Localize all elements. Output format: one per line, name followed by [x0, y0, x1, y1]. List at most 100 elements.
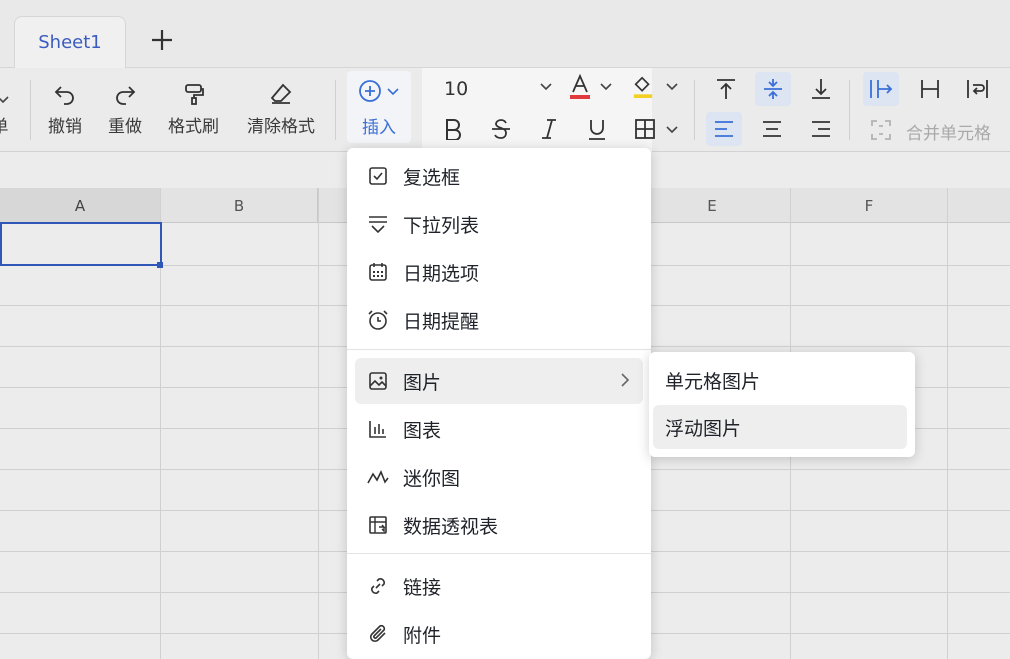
link-icon — [367, 575, 389, 597]
underline-icon[interactable] — [586, 118, 608, 140]
toolbar-divider — [694, 80, 695, 140]
toolbar-divider — [849, 80, 850, 140]
undo-label: 撤销 — [48, 117, 82, 137]
tab-sheet1[interactable]: Sheet1 — [14, 16, 126, 68]
menu-item-attachment[interactable]: 附件 — [355, 611, 643, 657]
menu-item-date-option[interactable]: 日期选项 — [355, 249, 643, 295]
column-divider — [947, 188, 948, 659]
redo-label: 重做 — [108, 117, 142, 137]
column-divider — [318, 188, 319, 659]
chevron-down-icon[interactable] — [598, 78, 614, 94]
menu-item-label: 数据透视表 — [403, 515, 499, 538]
calendar-icon — [367, 261, 389, 283]
insert-menu: 复选框 下拉列表 日期选项 日期提醒 图片 图表 迷你图 数据透视表 链接 附件 — [347, 148, 651, 659]
menu-item-date-reminder[interactable]: 日期提醒 — [355, 297, 643, 343]
menu-item-link[interactable]: 链接 — [355, 563, 643, 609]
checkbox-icon — [367, 165, 389, 187]
menu-item-dropdown-list[interactable]: 下拉列表 — [355, 201, 643, 247]
clear-format-label: 清除格式 — [247, 117, 315, 137]
menu-item-label: 下拉列表 — [403, 214, 480, 237]
insert-label: 插入 — [362, 118, 396, 138]
toolbar: 单 撤销 重做 格式刷 清除格式 插入 10 — [0, 68, 1010, 152]
menu-item-label: 图片 — [403, 371, 442, 394]
menu-item-label: 日期选项 — [403, 262, 480, 285]
chevron-right-icon — [619, 371, 631, 394]
menu-divider — [347, 553, 651, 554]
selected-cell-a1[interactable] — [0, 222, 162, 266]
submenu-item-label: 浮动图片 — [665, 417, 742, 440]
align-center-icon[interactable] — [755, 112, 789, 146]
format-painter-button[interactable]: 格式刷 — [168, 76, 219, 137]
clear-format-button[interactable]: 清除格式 — [247, 76, 315, 137]
fill-color-icon[interactable] — [632, 74, 654, 100]
text-wrap-icon[interactable] — [961, 72, 995, 106]
menu-divider — [347, 349, 651, 350]
plus-circle-icon — [359, 80, 381, 102]
plus-icon — [152, 30, 172, 50]
chevron-down-icon — [387, 88, 399, 96]
image-submenu: 单元格图片 浮动图片 — [649, 352, 915, 457]
merge-cells-label: 合并单元格 — [906, 124, 991, 144]
chevron-down-icon — [0, 76, 10, 106]
paperclip-icon — [367, 623, 389, 645]
italic-icon[interactable] — [538, 118, 560, 140]
redo-icon — [113, 76, 137, 106]
fill-handle[interactable] — [157, 262, 163, 268]
image-icon — [367, 370, 389, 392]
menu-item-label: 图表 — [403, 419, 442, 442]
alarm-clock-icon — [367, 309, 389, 331]
undo-button[interactable]: 撤销 — [48, 76, 82, 137]
menu-item-label: 复选框 — [403, 166, 461, 189]
menu-item-chart[interactable]: 图表 — [355, 406, 643, 452]
column-header-b[interactable]: B — [161, 188, 318, 223]
font-size-select[interactable]: 10 — [444, 78, 468, 100]
format-painter-label: 格式刷 — [168, 117, 219, 137]
tab-sheet1-label: Sheet1 — [38, 32, 102, 53]
align-top-icon[interactable] — [709, 72, 743, 106]
menu-item-label: 日期提醒 — [403, 310, 480, 333]
toolbar-divider — [30, 80, 31, 140]
eraser-icon — [269, 76, 293, 106]
toolbar-divider — [335, 80, 336, 140]
dropdown-list-icon — [367, 213, 389, 235]
submenu-item-floating-image[interactable]: 浮动图片 — [653, 405, 907, 449]
align-left-icon[interactable] — [706, 112, 742, 146]
align-right-icon[interactable] — [804, 112, 838, 146]
sparkline-icon — [367, 466, 389, 488]
format-painter-icon — [182, 76, 206, 106]
chevron-down-icon[interactable] — [538, 78, 554, 94]
menu-item-label: 链接 — [403, 576, 442, 599]
menu-item-image[interactable]: 图片 — [355, 358, 643, 404]
column-header-f[interactable]: F — [791, 188, 948, 223]
menu-item-pivot-table[interactable]: 数据透视表 — [355, 502, 643, 548]
text-overflow-icon[interactable] — [863, 72, 899, 106]
font-format-panel: 10 — [422, 68, 655, 152]
undo-icon — [53, 76, 77, 106]
insert-button[interactable]: 插入 — [347, 71, 411, 143]
bold-icon[interactable] — [442, 118, 464, 140]
text-clip-icon[interactable] — [913, 72, 947, 106]
submenu-item-cell-image[interactable]: 单元格图片 — [653, 358, 907, 402]
redo-button[interactable]: 重做 — [108, 76, 142, 137]
menu-item-label: 附件 — [403, 624, 442, 647]
menu-item-label: 迷你图 — [403, 467, 461, 490]
column-header-a[interactable]: A — [0, 188, 161, 223]
align-middle-icon[interactable] — [755, 72, 791, 106]
menu-item-checkbox[interactable]: 复选框 — [355, 153, 643, 199]
submenu-item-label: 单元格图片 — [665, 370, 761, 393]
pivot-table-icon — [367, 514, 389, 536]
chevron-down-icon[interactable] — [664, 78, 680, 94]
borders-icon[interactable] — [634, 118, 656, 140]
font-color-icon[interactable] — [568, 74, 592, 100]
add-sheet-button[interactable] — [146, 24, 178, 56]
column-header-e[interactable]: E — [634, 188, 791, 223]
chart-icon — [367, 418, 389, 440]
menu-item-sparkline[interactable]: 迷你图 — [355, 454, 643, 500]
strikethrough-icon[interactable] — [490, 118, 512, 140]
sheet-tab-bar: Sheet1 — [0, 0, 1010, 68]
chevron-down-icon[interactable] — [664, 121, 680, 137]
align-bottom-icon[interactable] — [804, 72, 838, 106]
merge-cells-icon — [869, 118, 893, 142]
partial-toolbar-button[interactable]: 单 — [0, 76, 10, 137]
partial-toolbar-label: 单 — [0, 112, 9, 137]
